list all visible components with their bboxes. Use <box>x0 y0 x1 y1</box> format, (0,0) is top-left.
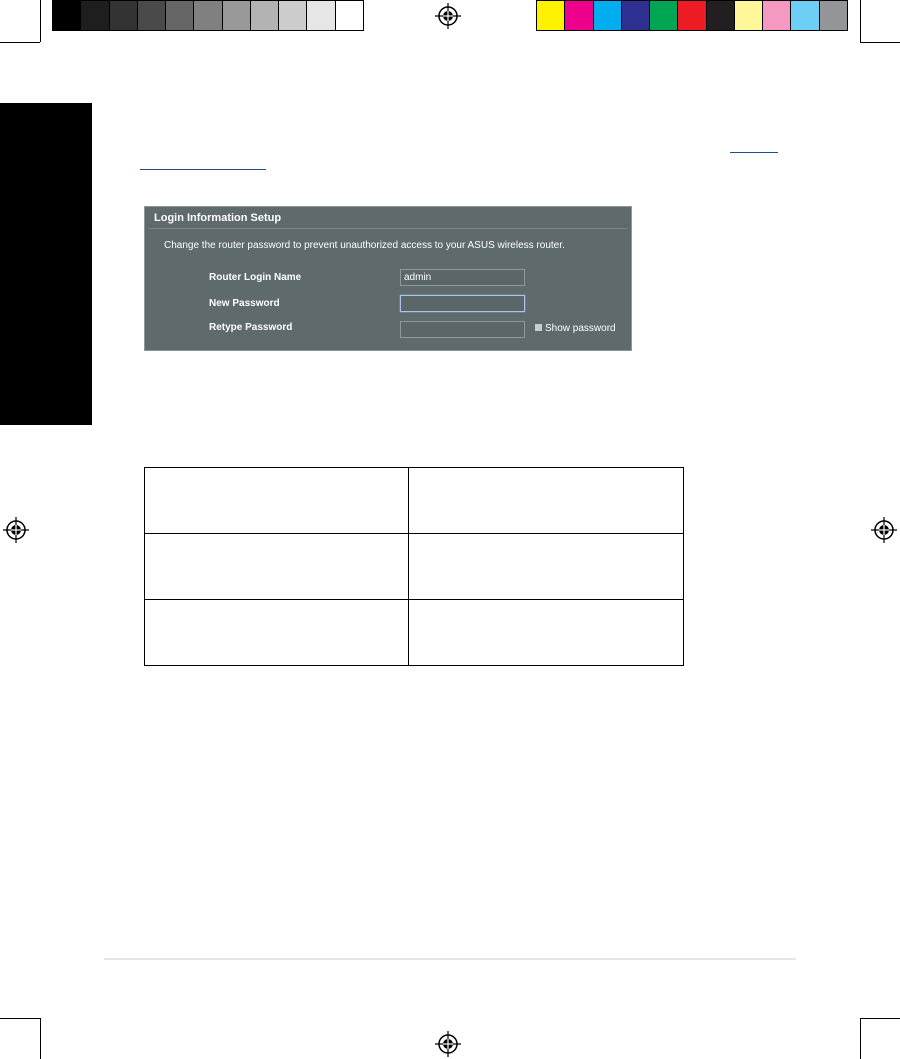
panel-title: Login Information Setup <box>154 212 282 224</box>
new-password-label: New Password <box>209 298 280 309</box>
crop-mark-top-left-v <box>40 0 41 42</box>
gray-swatch <box>137 1 167 30</box>
registration-mark-top-icon <box>435 3 461 29</box>
grayscale-calibration-bar <box>52 0 364 31</box>
crop-mark-bottom-right-h <box>860 1018 900 1019</box>
retype-password-label: Retype Password <box>209 322 293 333</box>
color-swatch <box>791 1 820 30</box>
login-information-setup-panel: Login Information Setup Change the route… <box>144 206 632 351</box>
color-swatch <box>593 1 622 30</box>
link-underline[interactable] <box>140 169 266 170</box>
panel-divider <box>149 228 627 229</box>
registration-mark-left-icon <box>3 517 29 543</box>
table-cell <box>408 599 684 666</box>
crop-mark-top-right-v <box>860 0 861 42</box>
panel-description: Change the router password to prevent un… <box>164 240 565 251</box>
table-row <box>144 533 684 600</box>
color-swatch <box>621 1 651 30</box>
gray-swatch <box>250 1 280 30</box>
crop-mark-top-right-h <box>860 42 900 43</box>
crop-mark-bottom-left-v <box>40 1018 41 1059</box>
crop-mark-top-left-h <box>0 42 40 43</box>
gray-swatch <box>222 1 251 30</box>
registration-mark-bottom-icon <box>435 1031 461 1057</box>
gray-swatch <box>279 1 308 30</box>
color-swatch <box>763 1 792 30</box>
footer-rule <box>104 958 796 960</box>
table-cell <box>408 533 684 600</box>
crop-mark-bottom-left-h <box>0 1018 40 1019</box>
side-language-tab <box>0 103 92 425</box>
link-underline[interactable] <box>730 152 778 153</box>
color-swatch <box>537 1 566 30</box>
router-login-name-label: Router Login Name <box>209 272 302 283</box>
table-row <box>144 599 684 666</box>
color-swatch <box>734 1 764 30</box>
gray-swatch <box>194 1 223 30</box>
retype-password-input[interactable] <box>400 321 525 338</box>
gray-swatch <box>53 1 82 30</box>
new-password-input[interactable] <box>400 295 525 312</box>
gray-swatch <box>81 1 110 30</box>
show-password-label[interactable]: Show password <box>545 323 616 334</box>
crop-mark-bottom-right-v <box>860 1018 861 1059</box>
color-swatch <box>819 1 847 30</box>
color-swatch <box>565 1 594 30</box>
registration-mark-right-icon <box>871 517 897 543</box>
router-login-name-input[interactable] <box>400 269 525 286</box>
color-swatch <box>678 1 707 30</box>
gray-swatch <box>109 1 138 30</box>
color-swatch <box>706 1 735 30</box>
info-table <box>144 467 684 666</box>
show-password-checkbox[interactable] <box>535 324 542 331</box>
gray-swatch <box>166 1 195 30</box>
color-swatch <box>650 1 679 30</box>
table-cell <box>144 533 409 600</box>
gray-swatch <box>307 1 336 30</box>
table-cell <box>408 467 684 534</box>
color-calibration-bar <box>536 0 848 31</box>
table-row <box>144 467 684 534</box>
gray-swatch <box>335 1 363 30</box>
table-cell <box>144 467 409 534</box>
table-cell <box>144 599 409 666</box>
